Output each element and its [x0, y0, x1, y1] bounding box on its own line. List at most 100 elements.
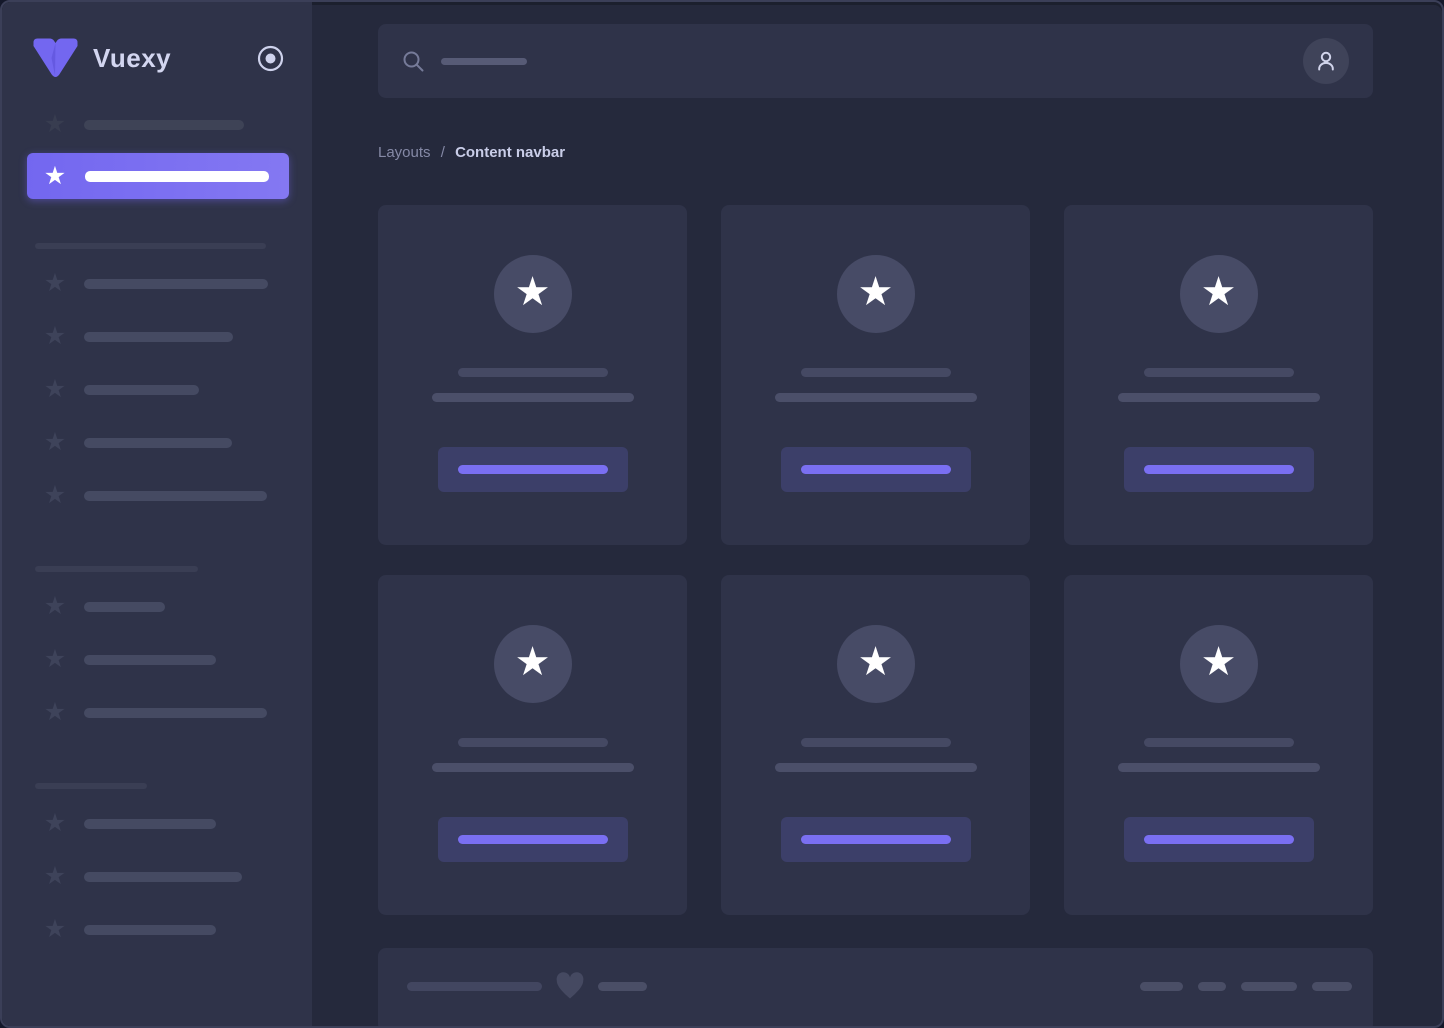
- search-icon: [402, 50, 425, 73]
- placeholder-bar: [85, 171, 269, 182]
- placeholder-bar: [84, 872, 242, 882]
- placeholder-bar: [84, 708, 267, 718]
- placeholder-bar: [84, 655, 216, 665]
- placeholder-bar: [801, 368, 951, 377]
- breadcrumb-link-layouts[interactable]: Layouts: [378, 144, 431, 161]
- star-icon: ★: [1201, 642, 1237, 686]
- star-icon: ★: [42, 430, 68, 455]
- card-action-button[interactable]: [1124, 817, 1314, 862]
- placeholder-bar: [1198, 982, 1226, 991]
- star-badge: ★: [1180, 625, 1258, 703]
- placeholder-bar: [432, 393, 634, 402]
- sidebar-item[interactable]: ★: [2, 98, 312, 151]
- sidebar: Vuexy ★ ★ ★ ★ ★ ★ ★ ★: [2, 2, 312, 1026]
- sidebar-item[interactable]: ★: [2, 633, 312, 686]
- placeholder-card: ★: [1064, 575, 1373, 915]
- top-navbar: [378, 24, 1373, 98]
- star-icon: ★: [515, 272, 551, 316]
- placeholder-bar: [84, 279, 268, 289]
- star-badge: ★: [494, 625, 572, 703]
- placeholder-bar: [407, 982, 542, 991]
- star-icon: ★: [858, 642, 894, 686]
- page-footer: [378, 948, 1373, 1028]
- card-action-button[interactable]: [1124, 447, 1314, 492]
- heart-icon: [555, 972, 585, 1000]
- placeholder-card: ★: [721, 575, 1030, 915]
- sidebar-item[interactable]: ★: [2, 310, 312, 363]
- user-icon: [1313, 48, 1339, 74]
- placeholder-bar: [458, 835, 608, 844]
- star-icon: ★: [42, 594, 68, 619]
- placeholder-card: ★: [378, 205, 687, 545]
- main-content: Layouts / Content navbar ★ ★ ★: [312, 2, 1442, 1026]
- sidebar-nav: ★ ★ ★ ★ ★ ★ ★ ★ ★ ★ ★ ★ ★: [2, 80, 312, 956]
- card-action-button[interactable]: [438, 447, 628, 492]
- sidebar-item[interactable]: ★: [2, 416, 312, 469]
- footer-links: [1140, 982, 1352, 991]
- placeholder-bar: [84, 120, 244, 130]
- star-icon: ★: [515, 642, 551, 686]
- star-icon: ★: [858, 272, 894, 316]
- brand: Vuexy: [2, 2, 312, 80]
- card-grid: ★ ★ ★ ★ ★: [378, 205, 1373, 915]
- radio-circle-icon: [257, 45, 284, 72]
- star-icon: ★: [1201, 272, 1237, 316]
- placeholder-bar: [35, 783, 147, 789]
- star-icon: ★: [42, 271, 68, 296]
- placeholder-bar: [1144, 465, 1294, 474]
- star-icon: ★: [42, 700, 68, 725]
- placeholder-bar: [84, 602, 165, 612]
- placeholder-bar: [35, 566, 198, 572]
- placeholder-bar: [1140, 982, 1183, 991]
- star-badge: ★: [837, 625, 915, 703]
- star-icon: ★: [42, 917, 68, 942]
- star-icon: ★: [42, 377, 68, 402]
- card-action-button[interactable]: [438, 817, 628, 862]
- placeholder-bar: [84, 438, 232, 448]
- sidebar-item[interactable]: ★: [2, 363, 312, 416]
- star-badge: ★: [1180, 255, 1258, 333]
- sidebar-section-header: [2, 566, 312, 572]
- star-icon: ★: [42, 112, 68, 137]
- placeholder-bar: [1118, 763, 1320, 772]
- sidebar-item[interactable]: ★: [2, 797, 312, 850]
- placeholder-bar: [598, 982, 647, 991]
- sidebar-item[interactable]: ★: [2, 257, 312, 310]
- menu-pin-toggle[interactable]: [257, 45, 284, 72]
- search-input[interactable]: [402, 50, 527, 73]
- sidebar-section-header: [2, 243, 312, 249]
- sidebar-item[interactable]: ★: [27, 153, 289, 199]
- star-icon: ★: [42, 811, 68, 836]
- placeholder-bar: [432, 763, 634, 772]
- sidebar-item[interactable]: ★: [2, 686, 312, 739]
- card-action-button[interactable]: [781, 447, 971, 492]
- placeholder-bar: [1118, 393, 1320, 402]
- star-icon: ★: [42, 164, 68, 189]
- placeholder-card: ★: [721, 205, 1030, 545]
- user-avatar[interactable]: [1303, 38, 1349, 84]
- placeholder-bar: [458, 368, 608, 377]
- app-window: Vuexy ★ ★ ★ ★ ★ ★ ★ ★: [0, 0, 1444, 1028]
- sidebar-item[interactable]: ★: [2, 580, 312, 633]
- sidebar-section-header: [2, 783, 312, 789]
- breadcrumb: Layouts / Content navbar: [378, 144, 1373, 161]
- placeholder-bar: [1144, 368, 1294, 377]
- placeholder-bar: [441, 58, 527, 65]
- vuexy-logo[interactable]: [32, 37, 79, 79]
- sidebar-item[interactable]: ★: [2, 903, 312, 956]
- placeholder-bar: [1241, 982, 1297, 991]
- placeholder-bar: [801, 738, 951, 747]
- placeholder-bar: [1312, 982, 1352, 991]
- star-icon: ★: [42, 864, 68, 889]
- placeholder-bar: [801, 465, 951, 474]
- sidebar-item[interactable]: ★: [2, 850, 312, 903]
- placeholder-bar: [775, 393, 977, 402]
- star-badge: ★: [837, 255, 915, 333]
- placeholder-card: ★: [1064, 205, 1373, 545]
- placeholder-bar: [458, 465, 608, 474]
- placeholder-bar: [84, 925, 216, 935]
- sidebar-item[interactable]: ★: [2, 469, 312, 522]
- footer-left: [407, 972, 647, 1000]
- placeholder-bar: [1144, 835, 1294, 844]
- card-action-button[interactable]: [781, 817, 971, 862]
